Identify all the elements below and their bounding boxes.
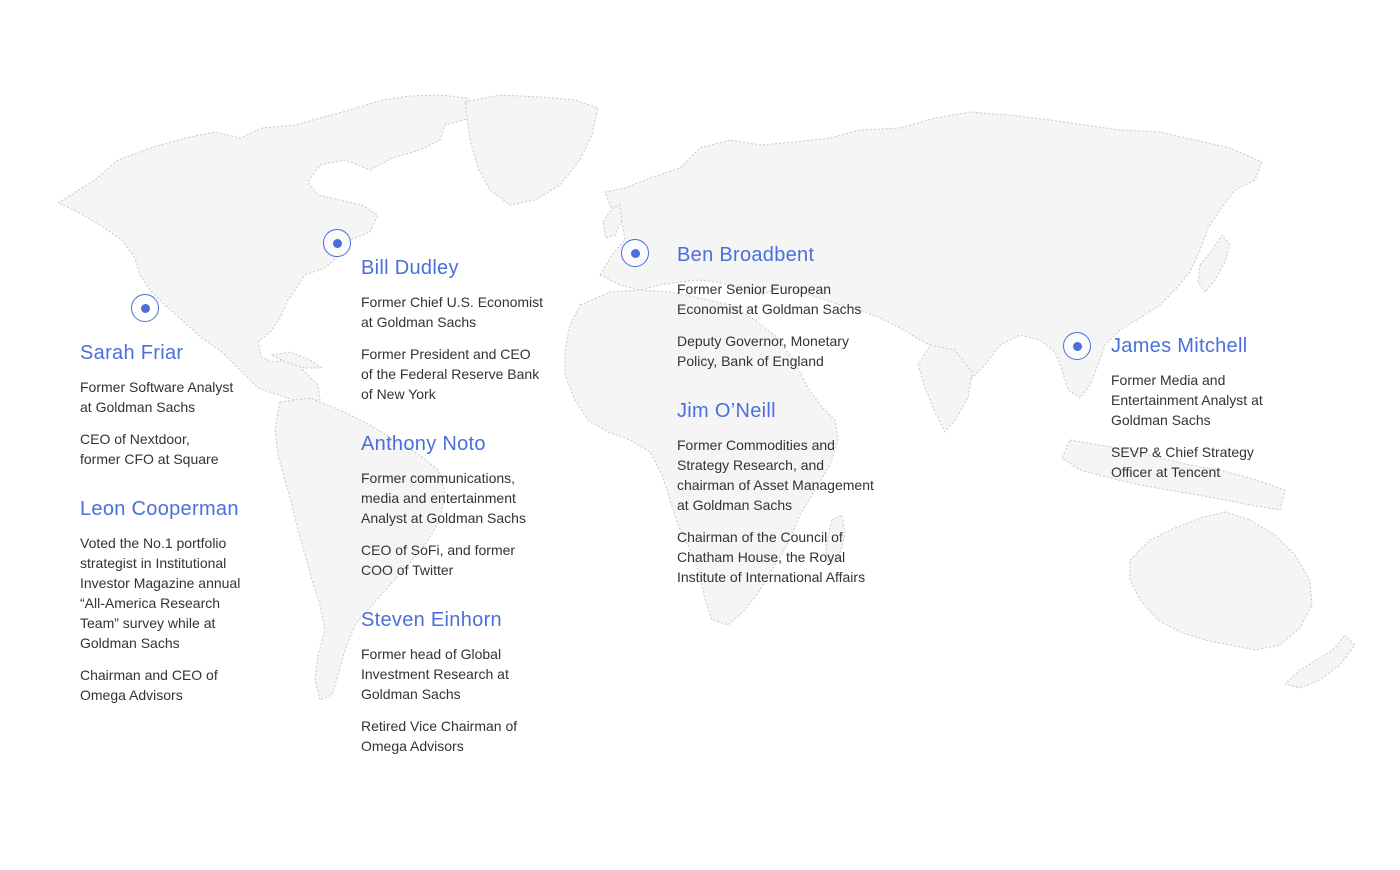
profile-line: Former Chief U.S. Economist at Goldman S… (361, 294, 544, 330)
profile-line: Deputy Governor, Monetary Policy, Bank o… (677, 333, 849, 369)
profile-ben-broadbent: Ben Broadbent Former Senior European Eco… (677, 243, 937, 383)
uk-shape (602, 204, 623, 239)
profile-steven-einhorn: Steven Einhorn Former head of Global Inv… (361, 608, 611, 768)
profile-name: Jim O’Neill (677, 400, 776, 422)
profile-name: Sarah Friar (80, 342, 184, 364)
profile-line: Retired Vice Chairman of Omega Advisors (361, 718, 518, 754)
pin-new-york[interactable] (323, 229, 351, 257)
profile-james-mitchell: James Mitchell Former Media and Entertai… (1111, 334, 1351, 494)
profile-line: Chairman of the Council of Chatham House… (677, 529, 866, 585)
pin-dot-icon (332, 238, 342, 248)
profile-name: Anthony Noto (361, 433, 486, 455)
profile-line: Former head of Global Investment Researc… (361, 646, 509, 702)
profile-line: CEO of SoFi, and former COO of Twitter (361, 542, 516, 578)
profile-line: SEVP & Chief Strategy Officer at Tencent (1111, 444, 1254, 480)
profile-jim-oneill: Jim O’Neill Former Commodities and Strat… (677, 399, 937, 599)
profile-line: Former Software Analyst at Goldman Sachs (80, 379, 234, 415)
profile-line: Former President and CEO of the Federal … (361, 346, 540, 402)
profile-name: Steven Einhorn (361, 609, 502, 631)
pin-shenzhen[interactable] (1063, 332, 1091, 360)
profile-line: CEO of Nextdoor, former CFO at Square (80, 431, 219, 467)
profile-anthony-noto: Anthony Noto Former communications, medi… (361, 432, 611, 592)
australia-shape (1129, 511, 1313, 651)
profile-name: James Mitchell (1111, 335, 1248, 357)
profile-line: Chairman and CEO of Omega Advisors (80, 667, 218, 703)
pin-london[interactable] (621, 239, 649, 267)
profile-bill-dudley: Bill Dudley Former Chief U.S. Economist … (361, 256, 611, 416)
profile-name: Leon Cooperman (80, 498, 239, 520)
profile-name: Bill Dudley (361, 257, 459, 279)
profile-leon-cooperman: Leon Cooperman Voted the No.1 portfolio … (80, 497, 300, 717)
pin-san-francisco[interactable] (131, 294, 159, 322)
profile-line: Former Media and Entertainment Analyst a… (1111, 372, 1263, 428)
profile-line: Former Senior European Economist at Gold… (677, 281, 862, 317)
pin-dot-icon (140, 303, 150, 313)
profile-line: Voted the No.1 portfolio strategist in I… (80, 535, 241, 651)
new-zealand-shape (1284, 634, 1356, 689)
pin-dot-icon (1072, 341, 1082, 351)
profile-line: Former communications, media and enterta… (361, 470, 526, 526)
profile-line: Former Commodities and Strategy Research… (677, 437, 874, 513)
profile-sarah-friar: Sarah Friar Former Software Analyst at G… (80, 341, 300, 481)
pin-dot-icon (630, 248, 640, 258)
greenland-shape (464, 94, 599, 206)
profile-name: Ben Broadbent (677, 244, 815, 266)
